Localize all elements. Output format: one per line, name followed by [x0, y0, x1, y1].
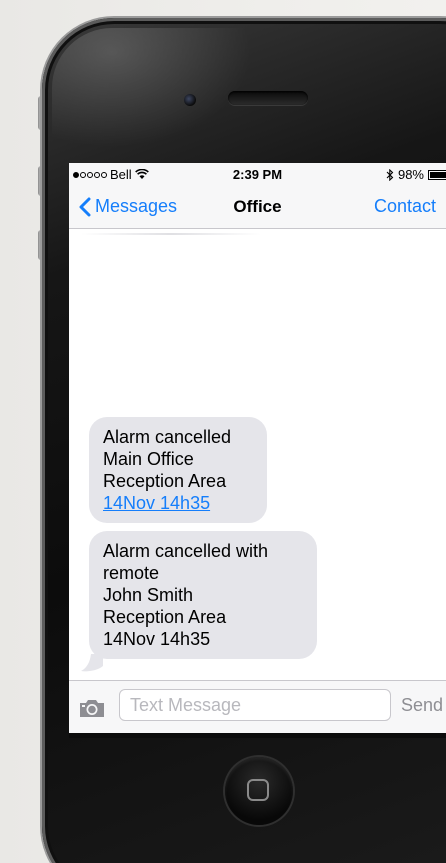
screen-bottom-bezel [69, 733, 446, 738]
scroll-edge-shadow [81, 233, 261, 235]
message-line: 14Nov 14h35 [103, 629, 211, 649]
message-line: Alarm cancelled with [103, 541, 269, 561]
status-right-group: 98% [386, 167, 446, 182]
send-button[interactable]: Send [401, 695, 443, 716]
battery-icon [428, 169, 446, 180]
earpiece-speaker [228, 91, 308, 105]
bluetooth-icon [386, 168, 394, 181]
back-to-messages-button[interactable]: Messages [79, 196, 177, 217]
home-square-icon [247, 779, 269, 801]
back-button-label: Messages [95, 196, 178, 216]
date-link[interactable]: 14Nov 14h35 [103, 492, 253, 514]
message-bubble[interactable]: Alarm cancelled with remote John Smith R… [89, 531, 317, 659]
phone-screen: Bell 2:39 PM 98% Messages Office Contact… [69, 163, 446, 733]
bubble-tail [81, 654, 103, 672]
message-line: Main Office [103, 449, 194, 469]
front-camera-icon [184, 94, 196, 106]
chevron-left-icon [79, 197, 91, 216]
navigation-bar: Messages Office Contact [69, 185, 446, 229]
status-bar: Bell 2:39 PM 98% [69, 163, 446, 185]
phone-sheen [52, 28, 252, 148]
message-text-input[interactable] [119, 689, 391, 721]
contact-button[interactable]: Contact [374, 196, 436, 217]
conversation-title: Office [233, 197, 282, 216]
message-composer: Send [69, 680, 446, 733]
message-line: Reception Area [103, 607, 227, 627]
message-line: remote [103, 563, 160, 583]
message-line: John Smith [103, 585, 194, 605]
battery-percent: 98% [397, 167, 424, 182]
phone-scene: Bell 2:39 PM 98% Messages Office Contact… [0, 0, 446, 863]
message-line: Alarm cancelled [103, 427, 232, 447]
message-bubble[interactable]: Alarm cancelled Main Office Reception Ar… [89, 417, 267, 523]
message-list[interactable]: Alarm cancelled Main Office Reception Ar… [69, 229, 446, 680]
message-line: Reception Area [103, 471, 227, 491]
battery-level-fill [430, 171, 446, 178]
home-button[interactable] [225, 757, 293, 825]
camera-icon[interactable] [78, 697, 106, 719]
